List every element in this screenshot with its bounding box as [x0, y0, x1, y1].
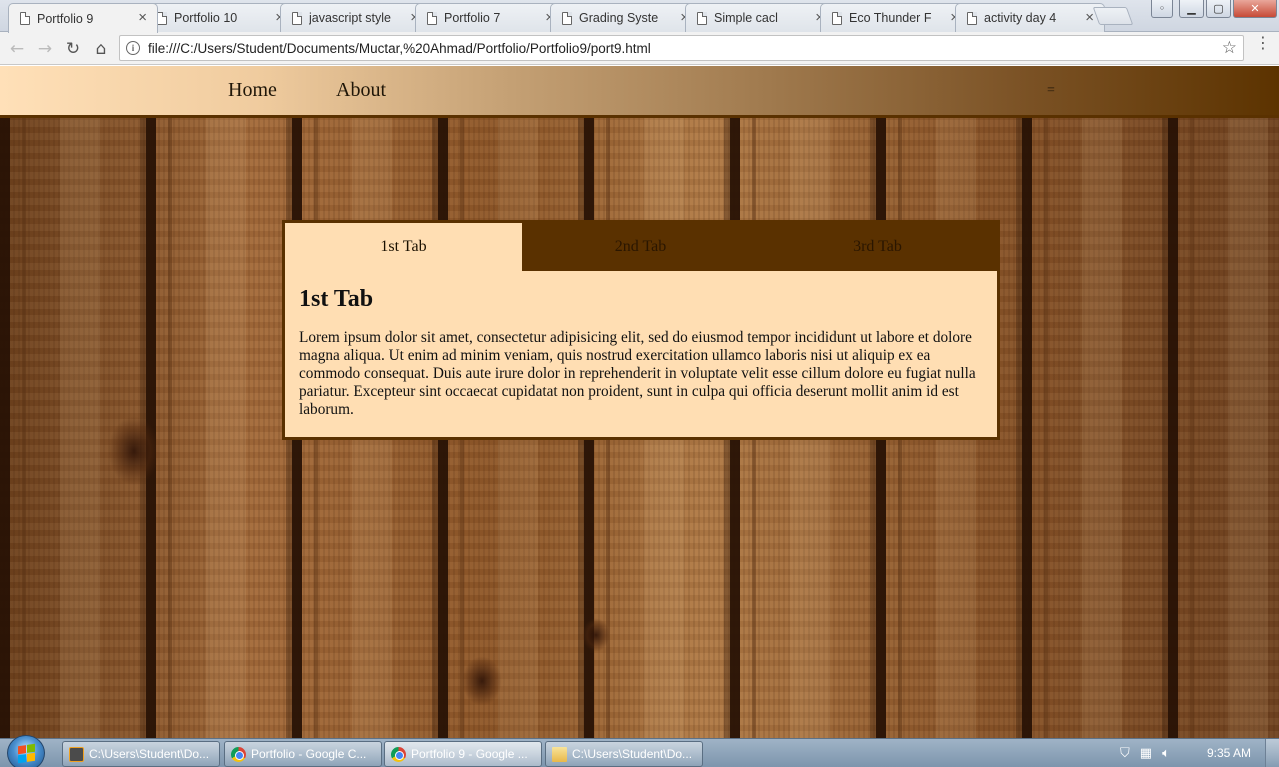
page-icon [292, 12, 302, 25]
url-text[interactable]: file:///C:/Users/Student/Documents/Mucta… [148, 41, 651, 56]
forward-arrow-icon[interactable]: → [34, 38, 56, 60]
shield-icon[interactable]: ⛉ [1120, 746, 1130, 761]
taskbar-item-label: Portfolio 9 - Google ... [411, 747, 528, 761]
nav-link-about[interactable]: About [336, 79, 386, 102]
back-arrow-icon[interactable]: ← [6, 38, 28, 60]
close-tab-icon[interactable]: × [1085, 10, 1094, 25]
page-viewport: Home About = 1st Tab 2nd Tab 3rd Tab 1st… [0, 66, 1279, 738]
sublime-icon [69, 747, 84, 762]
browser-tab-portfolio-10[interactable]: Portfolio 10 × [145, 3, 295, 32]
taskbar-item-chrome-portfolio-9[interactable]: Portfolio 9 - Google ... [384, 741, 542, 767]
wood-knot [108, 416, 160, 486]
close-window-button[interactable]: ✕ [1233, 0, 1277, 18]
new-tab-button[interactable] [1092, 7, 1134, 25]
browser-tab-label: Portfolio 7 [444, 11, 501, 25]
browser-tab-label: Grading Syste [579, 11, 659, 25]
taskbar-item-explorer[interactable]: C:\Users\Student\Do... [545, 741, 703, 767]
menu-toggle-icon[interactable]: = [1047, 83, 1055, 99]
nav-link-home[interactable]: Home [228, 79, 277, 102]
start-button[interactable] [7, 735, 45, 767]
window-controls: ◦ ▁ ▢ ✕ [1151, 0, 1277, 18]
browser-tab-grading-system[interactable]: Grading Syste × [550, 3, 700, 32]
browser-tab-label: Portfolio 9 [37, 11, 94, 26]
chrome-icon [231, 747, 246, 762]
browser-tab-label: activity day 4 [984, 11, 1057, 25]
reload-icon[interactable]: ↻ [62, 38, 84, 60]
taskbar-item-label: Portfolio - Google C... [251, 747, 367, 761]
browser-tab-simple-calc[interactable]: Simple cacl × [685, 3, 835, 32]
browser-menu-icon[interactable]: ⋮ [1255, 35, 1271, 51]
os-taskbar: C:\Users\Student\Do... Portfolio - Googl… [0, 735, 1279, 767]
page-icon [697, 12, 707, 25]
browser-tab-javascript-style[interactable]: javascript style × [280, 3, 430, 32]
tab-1st[interactable]: 1st Tab [285, 223, 522, 271]
tab-content-heading: 1st Tab [299, 286, 374, 312]
taskbar-item-label: C:\Users\Student\Do... [89, 747, 210, 761]
browser-toolbar: ← → ↻ ⌂ i file:///C:/Users/Student/Docum… [0, 32, 1279, 65]
volume-icon[interactable]: 🔈︎ [1162, 746, 1170, 761]
bookmark-star-icon[interactable]: ☆ [1222, 38, 1237, 58]
page-icon [20, 12, 30, 25]
browser-tab-label: Eco Thunder F [849, 11, 932, 25]
home-icon[interactable]: ⌂ [90, 38, 112, 60]
minimize-button[interactable]: ▁ [1179, 0, 1204, 18]
site-navbar: Home About = [0, 66, 1279, 118]
system-tray: ⛉ ▦ 🔈︎ [1120, 746, 1170, 761]
page-icon [427, 12, 437, 25]
taskbar-item-chrome-portfolio[interactable]: Portfolio - Google C... [224, 741, 382, 767]
close-tab-icon[interactable]: × [138, 10, 147, 25]
taskbar-clock[interactable]: 9:35 AM [1207, 746, 1251, 760]
browser-tab-strip: Portfolio 9 × Portfolio 10 × javascript … [0, 0, 1279, 33]
tab-3rd[interactable]: 3rd Tab [759, 223, 996, 271]
folder-icon [552, 747, 567, 762]
page-icon [967, 12, 977, 25]
browser-tab-portfolio-7[interactable]: Portfolio 7 × [415, 3, 565, 32]
wood-knot [462, 656, 502, 706]
tab-2nd[interactable]: 2nd Tab [522, 223, 759, 271]
info-icon[interactable]: i [126, 41, 140, 55]
address-bar[interactable]: i file:///C:/Users/Student/Documents/Muc… [119, 35, 1244, 61]
browser-tab-portfolio-9[interactable]: Portfolio 9 × [8, 3, 158, 33]
windows-logo-icon [17, 743, 35, 763]
taskbar-item-sublime[interactable]: C:\Users\Student\Do... [62, 741, 220, 767]
tab-content: 1st Tab Lorem ipsum dolor sit amet, cons… [299, 286, 984, 419]
taskbar-item-label: C:\Users\Student\Do... [572, 747, 693, 761]
network-icon[interactable]: ▦ [1140, 746, 1152, 761]
tab-bar: 1st Tab 2nd Tab 3rd Tab [285, 223, 997, 271]
tab-content-body: Lorem ipsum dolor sit amet, consectetur … [299, 329, 976, 418]
tab-panel: 1st Tab 2nd Tab 3rd Tab 1st Tab Lorem ip… [282, 220, 1000, 440]
browser-tab-label: Portfolio 10 [174, 11, 238, 25]
show-desktop-button[interactable] [1265, 739, 1279, 767]
page-icon [157, 12, 167, 25]
wood-knot [582, 618, 610, 652]
page-icon [832, 12, 842, 25]
browser-tab-activity-day-4[interactable]: activity day 4 × [955, 3, 1105, 32]
page-icon [562, 12, 572, 25]
browser-tab-label: Simple cacl [714, 11, 778, 25]
browser-tab-eco-thunder[interactable]: Eco Thunder F × [820, 3, 970, 32]
chrome-icon [391, 747, 406, 762]
browser-tab-label: javascript style [309, 11, 391, 25]
user-profile-icon[interactable]: ◦ [1151, 0, 1173, 18]
maximize-button[interactable]: ▢ [1206, 0, 1231, 18]
